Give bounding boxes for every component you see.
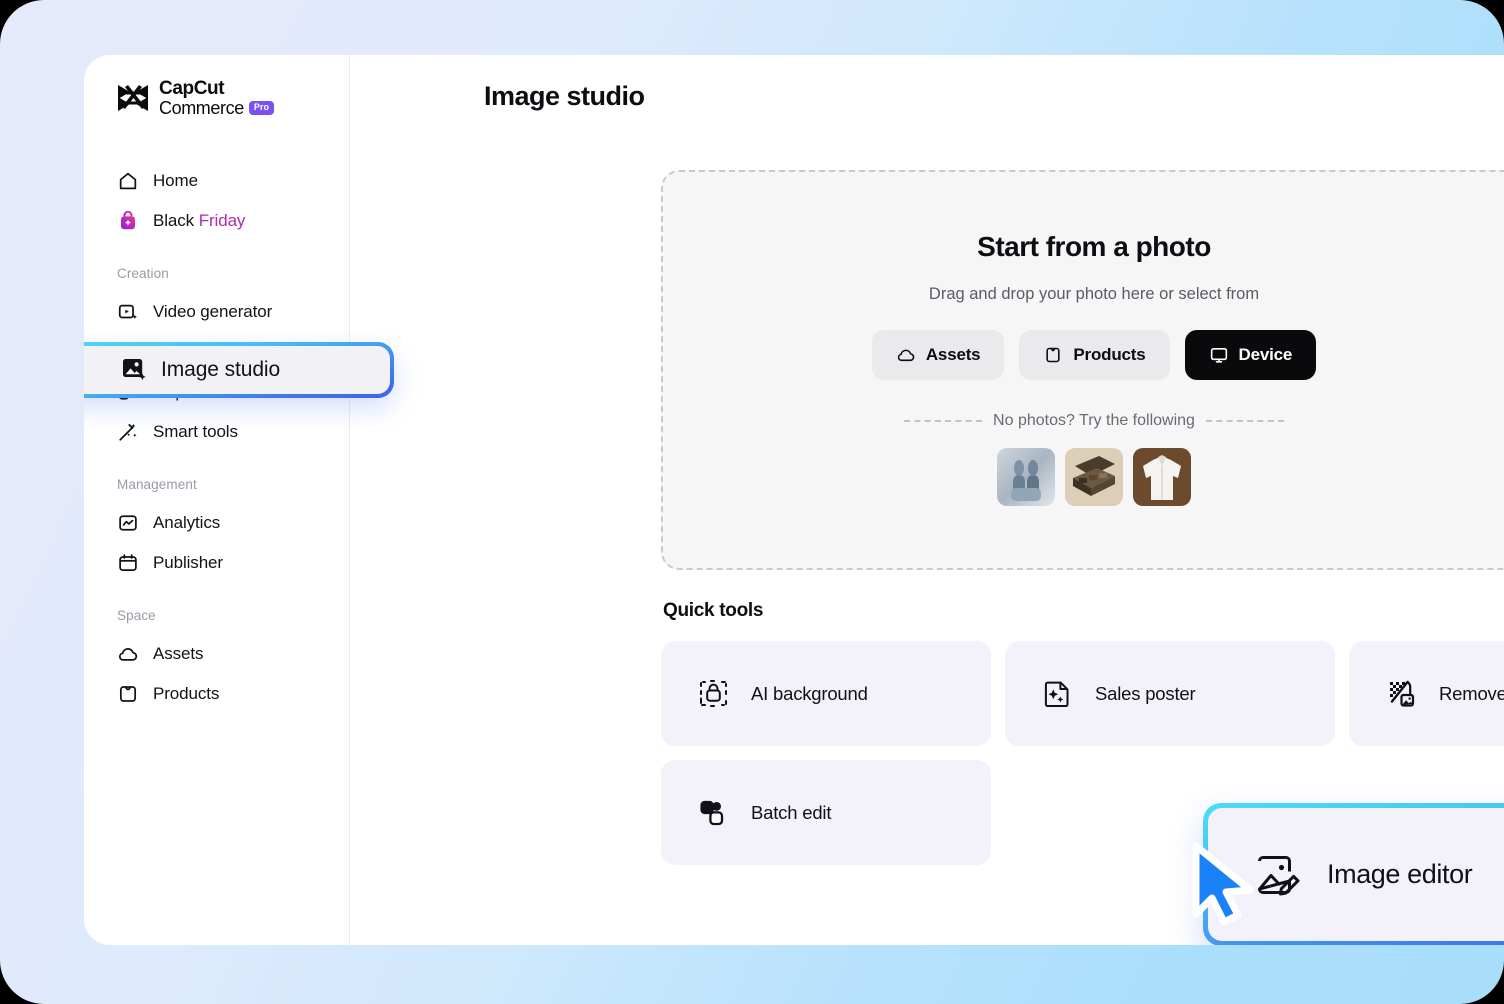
dropzone-subtitle: Drag and drop your photo here or select … xyxy=(929,285,1259,304)
dropzone-title: Start from a photo xyxy=(977,231,1211,263)
sidebar-group-creation-label: Creation xyxy=(84,266,350,281)
dropzone-divider: No photos? Try the following xyxy=(663,412,1504,430)
sales-poster-icon xyxy=(1041,677,1074,710)
page-frame: CapCut Commerce Pro Home xyxy=(0,0,1504,1004)
makeup-palette-thumbnail[interactable] xyxy=(1065,448,1123,506)
pro-badge: Pro xyxy=(249,101,274,115)
image-editor-card[interactable]: Image editor xyxy=(1203,803,1504,945)
quick-tools-title: Quick tools xyxy=(663,600,763,622)
sales-poster-label: Sales poster xyxy=(1095,683,1195,705)
bag-sparkle-icon xyxy=(117,210,139,232)
batch-edit-icon xyxy=(697,796,730,829)
app-window: CapCut Commerce Pro Home xyxy=(84,55,1504,945)
assets-source-label: Assets xyxy=(926,345,981,365)
sidebar-item-smart-tools[interactable]: Smart tools xyxy=(84,412,350,452)
sidebar-item-image-studio[interactable]: Image studio xyxy=(84,342,394,398)
sidebar-item-analytics-label: Analytics xyxy=(153,513,220,533)
sidebar-item-products-label: Products xyxy=(153,684,219,704)
device-source-label: Device xyxy=(1239,345,1293,365)
products-source-label: Products xyxy=(1073,345,1145,365)
photo-dropzone[interactable]: Start from a photo Drag and drop your ph… xyxy=(661,170,1504,570)
ai-background-icon xyxy=(697,677,730,710)
remove-background-icon xyxy=(1385,677,1418,710)
remove-background-label: Remove background xyxy=(1439,683,1504,705)
batch-edit-label: Batch edit xyxy=(751,802,831,824)
brand-name-line1: CapCut xyxy=(159,79,274,98)
sidebar-item-video-generator[interactable]: Video generator xyxy=(84,292,350,332)
product-tag-icon xyxy=(117,683,139,705)
cloud-icon xyxy=(117,643,139,665)
sidebar-item-assets[interactable]: Assets xyxy=(84,634,350,674)
sidebar-item-image-studio-label: Image studio xyxy=(161,358,280,382)
magic-wand-icon xyxy=(117,421,139,443)
sidebar-item-assets-label: Assets xyxy=(153,644,203,664)
sidebar-item-smart-tools-label: Smart tools xyxy=(153,422,238,442)
ai-background-card[interactable]: AI background xyxy=(661,641,991,746)
page-title: Image studio xyxy=(484,81,645,112)
products-source-button[interactable]: Products xyxy=(1019,330,1169,380)
sales-poster-card[interactable]: Sales poster xyxy=(1005,641,1335,746)
calendar-icon xyxy=(117,552,139,574)
sidebar-item-home[interactable]: Home xyxy=(84,161,350,201)
cloud-icon xyxy=(896,345,916,365)
divider-dash-right xyxy=(1206,420,1284,422)
image-editor-icon xyxy=(1253,851,1301,899)
device-source-button[interactable]: Device xyxy=(1185,330,1317,380)
sample-thumbnails xyxy=(997,448,1191,506)
white-shirt-thumbnail[interactable] xyxy=(1133,448,1191,506)
sidebar-group-space-label: Space xyxy=(84,608,350,623)
sidebar-item-black-friday-label: Black Friday xyxy=(153,211,245,231)
brand-name-line2: Commerce xyxy=(159,99,244,117)
video-generator-icon xyxy=(117,301,139,323)
capcut-logo-icon xyxy=(116,83,150,113)
sidebar-item-black-friday[interactable]: Black Friday xyxy=(84,201,350,241)
ai-background-label: AI background xyxy=(751,683,868,705)
sidebar-group-management-label: Management xyxy=(84,477,350,492)
brand-logo[interactable]: CapCut Commerce Pro xyxy=(116,79,274,117)
sidebar-item-analytics[interactable]: Analytics xyxy=(84,503,350,543)
dropzone-center-column: Start from a photo Drag and drop your ph… xyxy=(663,172,1504,570)
image-studio-icon xyxy=(121,357,147,383)
sidebar-item-products[interactable]: Products xyxy=(84,674,350,714)
sidebar-item-home-label: Home xyxy=(153,171,198,191)
sidebar-item-publisher-label: Publisher xyxy=(153,553,223,573)
earbuds-thumbnail[interactable] xyxy=(997,448,1055,506)
sidebar: CapCut Commerce Pro Home xyxy=(84,55,350,945)
main-content: Image studio Start from a photo Drag and… xyxy=(350,55,1504,945)
sidebar-item-publisher[interactable]: Publisher xyxy=(84,543,350,583)
sidebar-nav: Home Black Friday C xyxy=(84,161,350,714)
analytics-icon xyxy=(117,512,139,534)
divider-dash-left xyxy=(904,420,982,422)
remove-background-card[interactable]: Remove background xyxy=(1349,641,1504,746)
dropzone-source-buttons: Assets Products xyxy=(872,330,1316,380)
monitor-icon xyxy=(1209,345,1229,365)
product-tag-icon xyxy=(1043,345,1063,365)
dropzone-divider-text: No photos? Try the following xyxy=(993,412,1195,430)
sidebar-item-video-generator-label: Video generator xyxy=(153,302,272,322)
image-editor-label: Image editor xyxy=(1327,859,1472,890)
home-icon xyxy=(117,170,139,192)
assets-source-button[interactable]: Assets xyxy=(872,330,1005,380)
batch-edit-card[interactable]: Batch edit xyxy=(661,760,991,865)
